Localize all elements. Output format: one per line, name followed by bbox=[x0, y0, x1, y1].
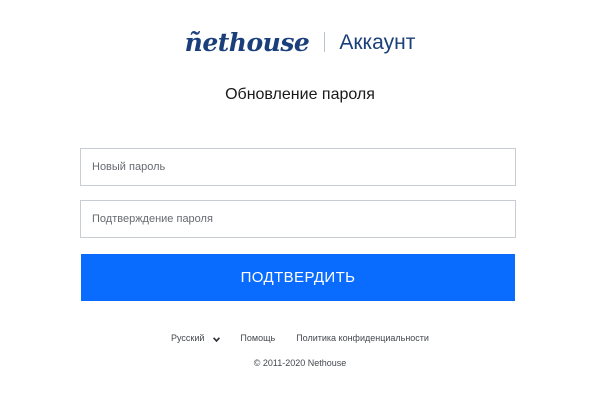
language-select[interactable]: Русский bbox=[171, 333, 221, 343]
footer-links: Русский Помощь Политика конфиденциальнос… bbox=[0, 333, 600, 343]
confirm-password-field[interactable] bbox=[80, 200, 516, 238]
brand-header: ñethouse Аккаунт bbox=[0, 26, 600, 58]
chevron-down-icon bbox=[213, 335, 221, 342]
password-update-page: ñethouse Аккаунт Обновление пароля ПОДТВ… bbox=[0, 0, 600, 400]
account-section-label: Аккаунт bbox=[339, 30, 416, 54]
nethouse-logo[interactable]: ñethouse bbox=[185, 30, 310, 55]
help-link[interactable]: Помощь bbox=[240, 333, 275, 343]
privacy-policy-link[interactable]: Политика конфиденциальности bbox=[296, 333, 429, 343]
confirm-button[interactable]: ПОДТВЕРДИТЬ bbox=[81, 254, 515, 301]
language-label: Русский bbox=[171, 333, 205, 343]
copyright: © 2011-2020 Nethouse bbox=[253, 358, 347, 368]
brand-divider bbox=[324, 32, 326, 52]
new-password-field[interactable] bbox=[80, 148, 516, 186]
page-title: Обновление пароля bbox=[225, 86, 375, 103]
